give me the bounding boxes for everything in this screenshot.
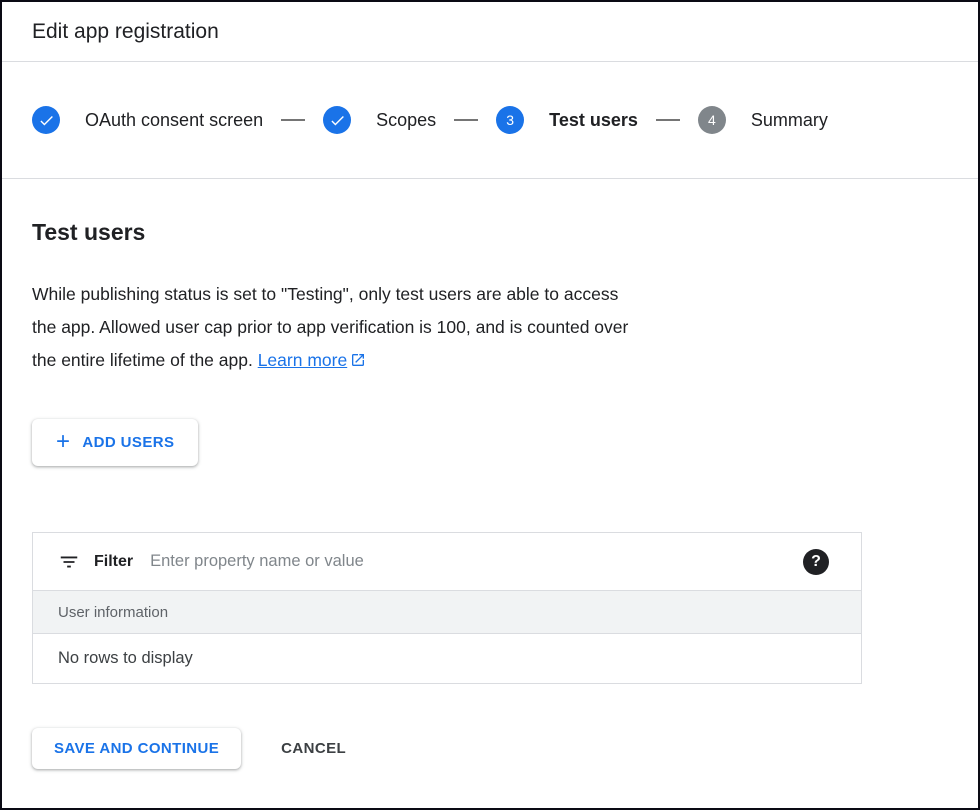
description-line: the entire lifetime of the app. xyxy=(32,350,253,370)
check-circle-icon xyxy=(32,106,60,134)
empty-message: No rows to display xyxy=(58,649,193,668)
section-heading: Test users xyxy=(32,219,948,246)
stepper: OAuth consent screen Scopes 3 Test users… xyxy=(2,62,978,179)
step-connector xyxy=(281,119,305,121)
external-link-icon xyxy=(350,352,366,372)
description-line: While publishing status is set to "Testi… xyxy=(32,284,618,304)
page-title: Edit app registration xyxy=(32,20,219,44)
step-number-icon: 4 xyxy=(698,106,726,134)
add-users-button[interactable]: + ADD USERS xyxy=(32,419,198,466)
filter-icon xyxy=(58,551,80,573)
step-connector xyxy=(656,119,680,121)
save-and-continue-button[interactable]: SAVE AND CONTINUE xyxy=(32,728,241,769)
cancel-button[interactable]: CANCEL xyxy=(281,740,346,757)
filter-bar: Filter ? xyxy=(33,533,861,590)
description-text: While publishing status is set to "Testi… xyxy=(32,278,948,379)
step-label: Test users xyxy=(549,110,638,131)
step-label: Summary xyxy=(751,110,828,131)
main-content: Test users While publishing status is se… xyxy=(2,219,978,769)
add-users-label: ADD USERS xyxy=(82,434,174,451)
step-test-users[interactable]: 3 Test users xyxy=(496,106,638,134)
help-icon[interactable]: ? xyxy=(803,549,829,575)
test-users-table-card: Filter ? User information No rows to dis… xyxy=(32,532,862,684)
learn-more-link[interactable]: Learn more xyxy=(258,350,348,370)
check-circle-icon xyxy=(323,106,351,134)
step-number-icon: 3 xyxy=(496,106,524,134)
step-connector xyxy=(454,119,478,121)
footer-actions: SAVE AND CONTINUE CANCEL xyxy=(32,728,948,769)
step-label: Scopes xyxy=(376,110,436,131)
page-header: Edit app registration xyxy=(2,2,978,62)
filter-input[interactable] xyxy=(150,552,803,571)
step-summary[interactable]: 4 Summary xyxy=(698,106,828,134)
filter-label: Filter xyxy=(94,553,133,571)
table-empty-row: No rows to display xyxy=(33,634,861,683)
column-header-label: User information xyxy=(58,604,168,621)
plus-icon: + xyxy=(56,430,70,454)
step-oauth-consent-screen[interactable]: OAuth consent screen xyxy=(32,106,263,134)
description-line: the app. Allowed user cap prior to app v… xyxy=(32,317,628,337)
step-label: OAuth consent screen xyxy=(85,110,263,131)
save-and-continue-label: SAVE AND CONTINUE xyxy=(54,740,219,757)
table-column-header: User information xyxy=(33,590,861,634)
step-scopes[interactable]: Scopes xyxy=(323,106,436,134)
